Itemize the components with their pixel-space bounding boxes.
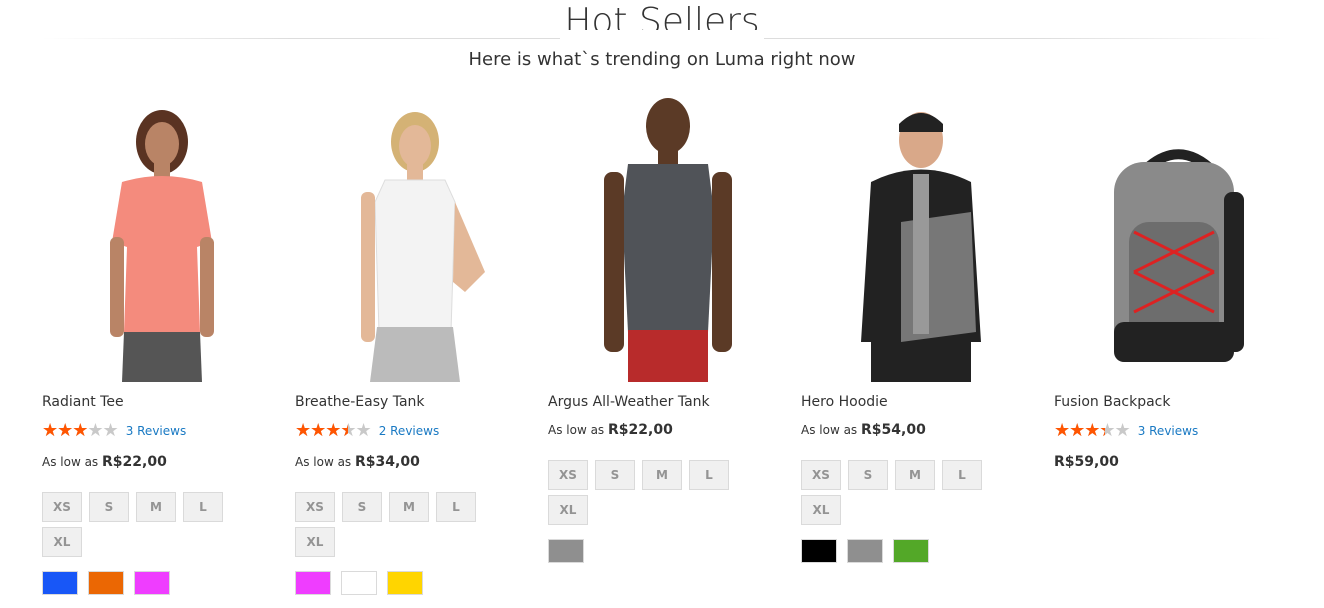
- size-option[interactable]: XL: [548, 495, 588, 525]
- color-swatches: [42, 571, 282, 595]
- size-option[interactable]: XL: [801, 495, 841, 525]
- price-value: R$22,00: [608, 422, 673, 438]
- rating-stars-icon: ★★★★★★★★★★: [295, 420, 372, 441]
- price-prefix: As low as: [548, 423, 605, 437]
- size-option[interactable]: XS: [295, 492, 335, 522]
- color-option[interactable]: [847, 539, 883, 563]
- rating-stars-icon: ★★★★★★★★★★: [1054, 420, 1131, 441]
- size-option[interactable]: XS: [548, 460, 588, 490]
- product-rating: ★★★★★★★★★★ 2 Reviews: [295, 422, 535, 440]
- size-option[interactable]: L: [689, 460, 729, 490]
- size-option[interactable]: XL: [42, 527, 82, 557]
- color-swatches: [295, 571, 535, 595]
- product-card: Hero Hoodie As low as R$54,00 XS S M L XL: [801, 95, 1041, 563]
- size-option[interactable]: L: [942, 460, 982, 490]
- size-option[interactable]: S: [595, 460, 635, 490]
- product-image[interactable]: [1054, 95, 1294, 382]
- size-option[interactable]: S: [342, 492, 382, 522]
- reviews-link[interactable]: 3 Reviews: [126, 424, 187, 438]
- product-name-link[interactable]: Argus All-Weather Tank: [548, 394, 788, 414]
- size-option[interactable]: XL: [295, 527, 335, 557]
- product-rating: ★★★★★★★★★★ 3 Reviews: [1054, 422, 1294, 440]
- size-swatches: XS S M L XL: [801, 460, 1001, 525]
- color-option[interactable]: [42, 571, 78, 595]
- color-option[interactable]: [801, 539, 837, 563]
- product-price: R$59,00: [1054, 454, 1294, 470]
- product-name-link[interactable]: Hero Hoodie: [801, 394, 1041, 414]
- price-prefix: As low as: [801, 423, 858, 437]
- color-swatches: [801, 539, 1041, 563]
- color-option[interactable]: [134, 571, 170, 595]
- size-option[interactable]: L: [183, 492, 223, 522]
- product-name-link[interactable]: Breathe-Easy Tank: [295, 394, 535, 414]
- size-option[interactable]: M: [642, 460, 682, 490]
- color-option[interactable]: [295, 571, 331, 595]
- size-option[interactable]: M: [136, 492, 176, 522]
- size-swatches: XS S M L XL: [295, 492, 495, 557]
- product-card: Breathe-Easy Tank ★★★★★★★★★★ 2 Reviews As…: [295, 95, 535, 595]
- price-prefix: As low as: [295, 455, 352, 469]
- size-option[interactable]: L: [436, 492, 476, 522]
- price-value: R$59,00: [1054, 454, 1119, 470]
- page-subtitle: Here is what`s trending on Luma right no…: [468, 49, 856, 70]
- product-price: As low as R$22,00: [42, 454, 282, 470]
- product-price: As low as R$34,00: [295, 454, 535, 470]
- size-swatches: XS S M L XL: [548, 460, 748, 525]
- color-option[interactable]: [387, 571, 423, 595]
- reviews-link[interactable]: 3 Reviews: [1138, 424, 1199, 438]
- price-value: R$54,00: [861, 422, 926, 438]
- color-option[interactable]: [893, 539, 929, 563]
- color-option[interactable]: [341, 571, 377, 595]
- product-image[interactable]: [548, 95, 788, 382]
- product-price: As low as R$22,00: [548, 422, 788, 438]
- product-card: Radiant Tee ★★★★★★★★★★ 3 Reviews As low a…: [42, 95, 282, 595]
- rating-stars-icon: ★★★★★★★★★★: [42, 420, 119, 441]
- product-card: Fusion Backpack ★★★★★★★★★★ 3 Reviews R$59…: [1054, 95, 1294, 470]
- reviews-link[interactable]: 2 Reviews: [379, 424, 440, 438]
- size-option[interactable]: S: [848, 460, 888, 490]
- product-card: Argus All-Weather Tank As low as R$22,00 X…: [548, 95, 788, 563]
- product-rating: ★★★★★★★★★★ 3 Reviews: [42, 422, 282, 440]
- product-image[interactable]: [42, 95, 282, 382]
- color-swatches: [548, 539, 788, 563]
- price-prefix: As low as: [42, 455, 99, 469]
- size-option[interactable]: S: [89, 492, 129, 522]
- size-option[interactable]: XS: [801, 460, 841, 490]
- product-image[interactable]: [295, 95, 535, 382]
- price-value: R$22,00: [102, 454, 167, 470]
- product-name-link[interactable]: Fusion Backpack: [1054, 394, 1294, 414]
- size-option[interactable]: M: [895, 460, 935, 490]
- size-swatches: XS S M L XL: [42, 492, 242, 557]
- product-price: As low as R$54,00: [801, 422, 1041, 438]
- price-value: R$34,00: [355, 454, 420, 470]
- size-option[interactable]: XS: [42, 492, 82, 522]
- size-option[interactable]: M: [389, 492, 429, 522]
- color-option[interactable]: [88, 571, 124, 595]
- product-image[interactable]: [801, 95, 1041, 382]
- product-name-link[interactable]: Radiant Tee: [42, 394, 282, 414]
- color-option[interactable]: [548, 539, 584, 563]
